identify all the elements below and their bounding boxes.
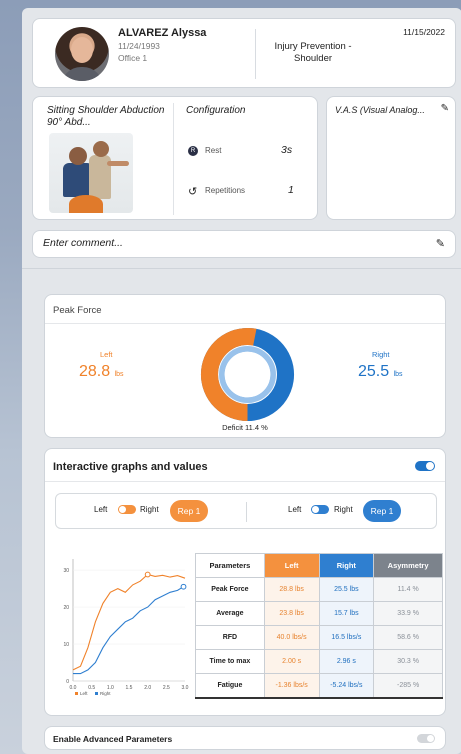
peak-force-title: Peak Force [53,305,102,316]
header-parameters: Parameters [195,553,265,578]
interactive-toggle[interactable] [415,461,435,471]
x-tick-label: 0.5 [88,685,95,691]
legend-swatch [75,692,78,695]
group1-rep-button[interactable]: Rep 1 [170,500,208,522]
repeat-icon: ↺ [188,186,198,198]
interactive-graphs-card: Interactive graphs and values Left Right… [44,448,446,716]
patient-office: Office 1 [118,53,148,63]
assessment-panel: ALVAREZ Alyssa 11/24/1993 Office 1 Injur… [22,8,461,754]
exercise-image [49,133,133,213]
exercise-card[interactable]: Sitting Shoulder Abduction 90° Abd... Co… [32,96,318,220]
x-tick-label: 2.5 [163,685,170,691]
legend-label: Right [100,691,111,696]
header-divider [255,29,256,79]
rest-label: Rest [205,146,222,155]
pencil-icon[interactable]: ✎ [441,103,449,114]
left-peak-value: 28.8 lbs [79,363,124,380]
pencil-icon[interactable]: ✎ [436,237,445,250]
repetitions-label: Repetitions [205,186,246,195]
group2-rep-button[interactable]: Rep 1 [363,500,401,522]
table-row: Time to max 2.00 s 2.96 s 30.3 % [195,649,443,674]
group1-side-toggle[interactable] [118,505,136,514]
rep-selector-bar: Left Right Rep 1 Left Right Rep 1 [55,493,437,529]
interactive-title: Interactive graphs and values [53,461,208,473]
right-label: Right [372,350,390,359]
x-tick-label: 0.0 [70,685,77,691]
avatar [55,27,109,81]
x-tick-label: 2.0 [144,685,151,691]
rest-icon: R [188,146,198,156]
header-left: Left [263,553,320,578]
parameters-table: Parameters Left Right Asymmetry Peak For… [195,553,443,699]
session-date: 11/15/2022 [403,27,445,37]
table-row: RFD 40.0 lbs/s 16.5 lbs/s 58.6 % [195,625,443,650]
group1-right-label: Right [140,505,159,514]
patient-dob: 11/24/1993 [118,41,160,51]
group1-left-label: Left [94,505,108,514]
table-row: Average 23.8 lbs 15.7 lbs 33.9 % [195,601,443,626]
table-row: Peak Force 28.8 lbs 25.5 lbs 11.4 % [195,577,443,602]
right-peak-value: 25.5 lbs [358,363,403,380]
group2-left-label: Left [288,505,302,514]
header-right: Right [318,553,375,578]
table-row: Fatigue -1.36 lbs/s -5.24 lbs/s -285 % [195,673,443,699]
rest-value: 3s [281,144,293,156]
section-divider [22,268,461,269]
series-line-left [72,573,186,671]
repetitions-value: 1 [288,184,294,196]
configuration-label: Configuration [186,105,246,116]
legend-swatch [95,692,98,695]
advanced-parameters-label: Enable Advanced Parameters [53,734,173,744]
peak-force-card: Peak Force Left 28.8 lbs Right 25.5 lbs … [44,294,446,438]
exercise-name: Sitting Shoulder Abduction 90° Abd... [47,105,165,128]
header-asymmetry: Asymmetry [373,553,443,578]
peak-marker-left [144,571,151,578]
x-tick-label: 3.0 [182,685,189,691]
legend-label: Left [80,691,88,696]
patient-name: ALVAREZ Alyssa [118,27,207,39]
program-name: Injury Prevention - Shoulder [274,41,352,64]
vas-card[interactable]: V.A.S (Visual Analog... ✎ [326,96,456,220]
donut-center [224,351,271,398]
patient-header: ALVAREZ Alyssa 11/24/1993 Office 1 Injur… [32,18,456,88]
advanced-parameters-toggle[interactable] [417,734,435,743]
y-tick-label: 20 [63,605,69,611]
group2-right-label: Right [334,505,353,514]
peak-marker-right [180,583,187,590]
peak-force-donut [200,327,295,422]
group2-side-toggle[interactable] [311,505,329,514]
left-label: Left [100,350,113,359]
series-line-right [73,586,184,675]
comment-input[interactable] [43,237,403,249]
y-tick-label: 10 [63,642,69,648]
advanced-parameters-row[interactable]: Enable Advanced Parameters [44,726,446,750]
x-tick-label: 1.5 [126,685,133,691]
vas-label: V.A.S (Visual Analog... [335,105,425,115]
force-time-chart: 01020300.0 0.5 1.0 1.5 2.0 2.5 3.0Left Right [63,559,189,696]
y-tick-label: 30 [63,568,69,574]
exercise-divider [173,103,174,215]
comment-box[interactable]: ✎ [32,230,456,258]
deficit-text: Deficit 11.4 % [222,423,268,432]
